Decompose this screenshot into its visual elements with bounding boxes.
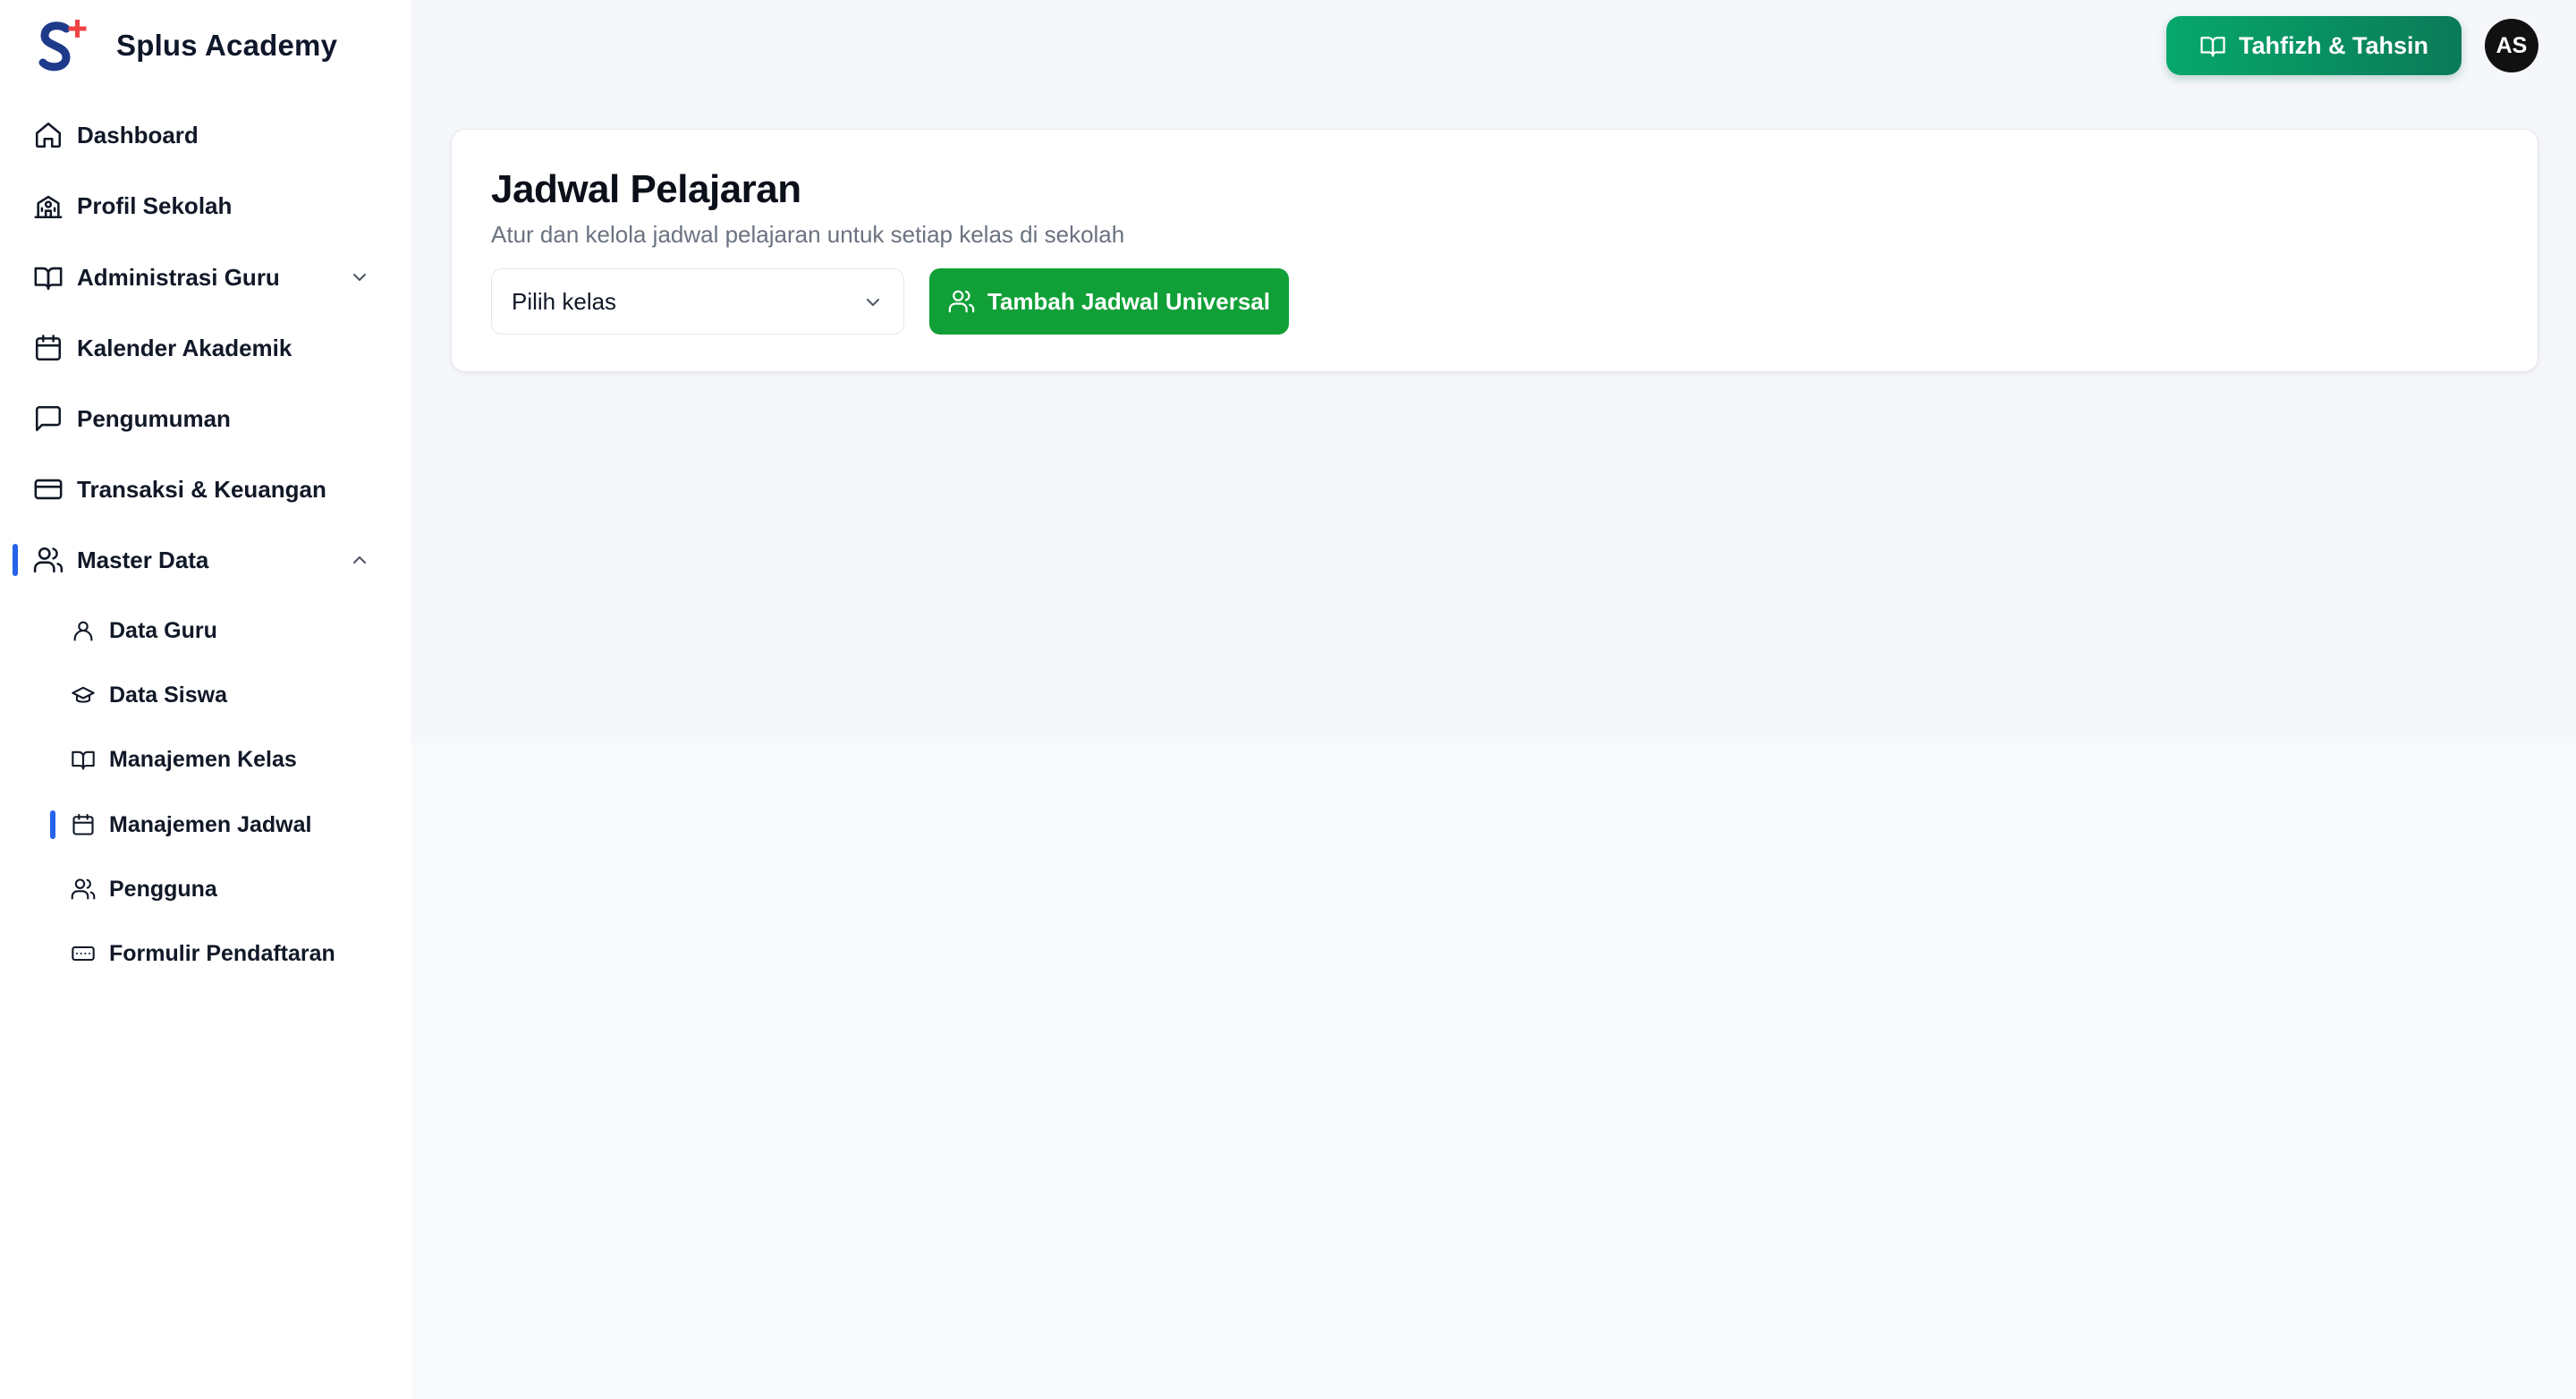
avatar[interactable]: AS <box>2485 19 2538 72</box>
chevron-up-icon[interactable] <box>349 549 370 571</box>
sidebar-subitem-label: Data Siswa <box>109 682 228 708</box>
book-open-icon <box>70 746 97 773</box>
sidebar-item-label: Kalender Akademik <box>77 334 292 361</box>
sidebar-item-label: Transaksi & Keuangan <box>77 475 326 503</box>
tahfizh-tahsin-label: Tahfizh & Tahsin <box>2239 31 2428 59</box>
page-title: Jadwal Pelajaran <box>491 167 801 211</box>
brand-name: Splus Academy <box>116 29 338 62</box>
sidebar-item-label: Profil Sekolah <box>77 191 233 219</box>
book-open-icon <box>2200 37 2225 57</box>
sidebar-item-transaksi-keuangan[interactable]: Transaksi & Keuangan <box>32 468 390 511</box>
sidebar-item-administrasi-guru[interactable]: Administrasi Guru <box>32 256 390 299</box>
schedule-card: Jadwal Pelajaran Atur dan kelola jadwal … <box>451 129 2538 372</box>
graduation-cap-icon <box>70 682 97 708</box>
brand[interactable]: Splus Academy <box>36 16 337 75</box>
sidebar-subitem-pengguna[interactable]: Pengguna <box>70 869 392 909</box>
page-subtitle: Atur dan kelola jadwal pelajaran untuk s… <box>491 221 1125 248</box>
chevron-down-icon <box>867 299 879 306</box>
splus-logo-icon <box>38 20 87 72</box>
sidebar-subitem-manajemen-kelas[interactable]: Manajemen Kelas <box>70 740 392 779</box>
active-indicator <box>50 810 55 839</box>
book-open-icon <box>32 261 64 293</box>
users-icon <box>70 876 97 903</box>
sidebar-item-kalender-akademik[interactable]: Kalender Akademik <box>32 326 390 369</box>
calendar-icon <box>32 332 64 364</box>
sidebar-item-dashboard[interactable]: Dashboard <box>32 114 390 157</box>
sidebar-item-label: Dashboard <box>77 121 199 148</box>
school-icon <box>32 190 64 222</box>
add-universal-schedule-label: Tambah Jadwal Universal <box>987 287 1270 315</box>
home-icon <box>32 119 64 151</box>
user-icon <box>70 617 97 644</box>
sidebar-subitem-label: Data Guru <box>109 617 217 643</box>
sidebar-subitem-label: Manajemen Jadwal <box>109 811 312 837</box>
sidebar-item-label: Administrasi Guru <box>77 263 280 291</box>
message-square-icon <box>32 403 64 435</box>
sidebar-subitem-label: Manajemen Kelas <box>109 746 297 772</box>
add-universal-schedule-button[interactable]: Tambah Jadwal Universal <box>929 268 1289 335</box>
sidebar-item-pengumuman[interactable]: Pengumuman <box>32 397 390 440</box>
class-select-value: Pilih kelas <box>512 287 617 315</box>
sidebar-subitem-data-siswa[interactable]: Data Siswa <box>70 675 392 715</box>
app-root: Splus Academy Dashboard Profil Sekolah A… <box>0 0 2576 1399</box>
sidebar: Splus Academy Dashboard Profil Sekolah A… <box>0 0 411 1399</box>
users-icon <box>948 290 975 313</box>
sidebar-subitem-manajemen-jadwal[interactable]: Manajemen Jadwal <box>70 805 392 844</box>
sidebar-item-profil-sekolah[interactable]: Profil Sekolah <box>32 184 390 227</box>
active-indicator <box>13 544 18 576</box>
sidebar-subitem-label: Formulir Pendaftaran <box>109 940 335 966</box>
form-icon <box>70 940 97 967</box>
users-icon <box>32 544 64 576</box>
sidebar-item-label: Master Data <box>77 546 209 573</box>
tahfizh-tahsin-button[interactable]: Tahfizh & Tahsin <box>2166 16 2462 75</box>
class-select[interactable]: Pilih kelas <box>491 268 904 335</box>
sidebar-subitem-formulir-pendaftaran[interactable]: Formulir Pendaftaran <box>70 934 392 973</box>
calendar-icon <box>70 811 97 838</box>
sidebar-subitem-label: Pengguna <box>109 876 217 902</box>
sidebar-item-master-data[interactable]: Master Data <box>32 538 390 581</box>
main-background <box>411 742 2576 1399</box>
sidebar-item-label: Pengumuman <box>77 404 231 432</box>
credit-card-icon <box>32 473 64 505</box>
chevron-down-icon[interactable] <box>349 267 370 288</box>
sidebar-subitem-data-guru[interactable]: Data Guru <box>70 611 392 650</box>
